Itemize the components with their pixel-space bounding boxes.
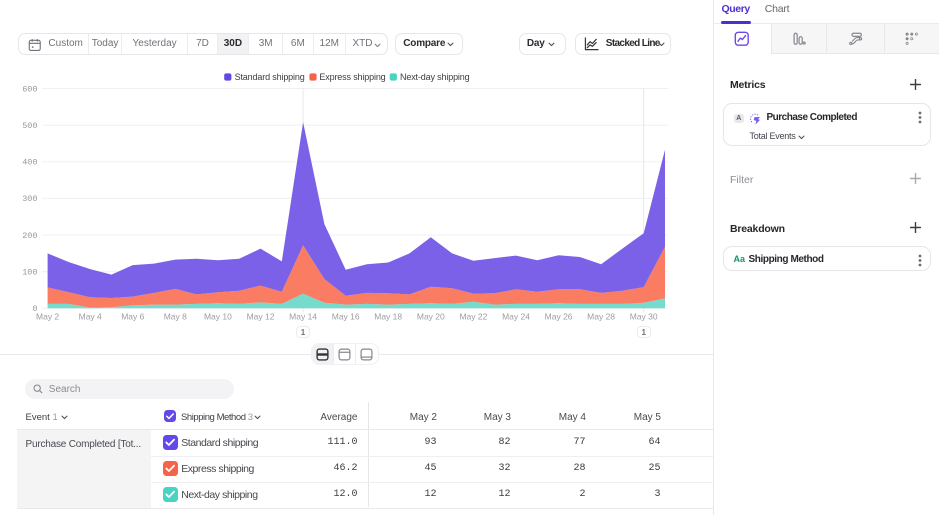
svg-text:May 28: May 28	[587, 312, 615, 322]
svg-text:300: 300	[22, 194, 37, 204]
svg-text:May 16: May 16	[332, 312, 360, 322]
svg-text:May 2: May 2	[36, 312, 59, 322]
svg-text:May 10: May 10	[204, 312, 232, 322]
svg-text:May 20: May 20	[417, 312, 445, 322]
svg-text:200: 200	[22, 231, 37, 241]
svg-text:Next-day shipping: Next-day shipping	[400, 72, 470, 82]
svg-text:Express shipping: Express shipping	[319, 72, 385, 82]
svg-text:400: 400	[22, 158, 37, 168]
svg-text:May 14: May 14	[289, 312, 317, 322]
svg-text:May 12: May 12	[247, 312, 275, 322]
svg-text:May 4: May 4	[79, 312, 102, 322]
svg-text:May 6: May 6	[121, 312, 144, 322]
svg-text:May 30: May 30	[630, 312, 658, 322]
svg-text:600: 600	[22, 84, 37, 94]
svg-text:May 8: May 8	[164, 312, 187, 322]
svg-text:May 26: May 26	[545, 312, 573, 322]
svg-text:May 22: May 22	[459, 312, 487, 322]
svg-text:Standard shipping: Standard shipping	[235, 72, 305, 82]
svg-text:May 18: May 18	[374, 312, 402, 322]
svg-text:500: 500	[22, 121, 37, 131]
svg-text:100: 100	[22, 268, 37, 278]
svg-text:May 24: May 24	[502, 312, 530, 322]
